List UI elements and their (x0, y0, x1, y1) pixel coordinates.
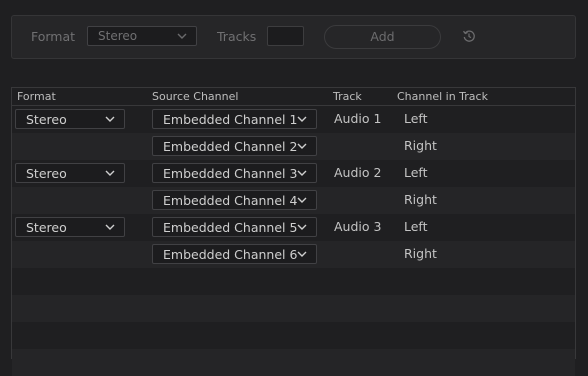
table-header: Format Source Channel Track Channel in T… (12, 88, 575, 106)
row-format-value: Stereo (26, 112, 67, 127)
chevron-down-icon (296, 195, 308, 205)
format-label: Format (31, 29, 76, 44)
track-name: Audio 1 (334, 111, 382, 126)
source-channel-value: Embedded Channel 2 (163, 139, 298, 154)
source-channel-dropdown[interactable]: Embedded Channel 5 (152, 217, 317, 237)
table-row: Stereo Embedded Channel 3 Audio 2 Left (12, 160, 575, 187)
chevron-down-icon (296, 222, 308, 232)
empty-row (12, 349, 575, 376)
row-format-dropdown[interactable]: Stereo (15, 163, 125, 183)
chevron-down-icon (104, 222, 116, 232)
source-channel-dropdown[interactable]: Embedded Channel 4 (152, 190, 317, 210)
channel-in-track: Right (404, 138, 437, 153)
row-format-dropdown[interactable]: Stereo (15, 109, 125, 129)
chevron-down-icon (176, 31, 188, 41)
channel-in-track: Left (404, 165, 428, 180)
add-button[interactable]: Add (324, 25, 441, 49)
source-channel-value: Embedded Channel 4 (163, 193, 298, 208)
add-tracks-toolbar: Format Stereo Tracks Add (11, 15, 576, 59)
column-header-channel-in-track: Channel in Track (397, 90, 488, 103)
channel-in-track: Left (404, 111, 428, 126)
chevron-down-icon (296, 168, 308, 178)
table-row: Embedded Channel 4 Right (12, 187, 575, 214)
table-row: Embedded Channel 2 Right (12, 133, 575, 160)
source-channel-dropdown[interactable]: Embedded Channel 6 (152, 244, 317, 264)
channel-in-track: Right (404, 246, 437, 261)
row-format-dropdown[interactable]: Stereo (15, 217, 125, 237)
format-dropdown-value: Stereo (98, 29, 138, 43)
column-header-format: Format (17, 90, 56, 103)
track-name: Audio 3 (334, 219, 382, 234)
source-channel-dropdown[interactable]: Embedded Channel 1 (152, 109, 317, 129)
source-channel-value: Embedded Channel 3 (163, 166, 298, 181)
track-name: Audio 2 (334, 165, 382, 180)
table-row: Embedded Channel 6 Right (12, 241, 575, 268)
tracks-input[interactable] (267, 26, 304, 46)
source-channel-dropdown[interactable]: Embedded Channel 2 (152, 136, 317, 156)
format-dropdown[interactable]: Stereo (87, 26, 197, 46)
source-channel-value: Embedded Channel 1 (163, 112, 298, 127)
chevron-down-icon (296, 249, 308, 259)
chevron-down-icon (104, 168, 116, 178)
row-format-value: Stereo (26, 166, 67, 181)
chevron-down-icon (104, 114, 116, 124)
channel-in-track: Right (404, 192, 437, 207)
empty-row (12, 322, 575, 349)
chevron-down-icon (296, 114, 308, 124)
reset-icon[interactable] (461, 28, 477, 44)
row-format-value: Stereo (26, 220, 67, 235)
source-channel-value: Embedded Channel 6 (163, 247, 298, 262)
table-row: Stereo Embedded Channel 1 Audio 1 Left (12, 106, 575, 133)
channel-mapping-table: Format Source Channel Track Channel in T… (11, 87, 576, 376)
column-header-track: Track (333, 90, 362, 103)
source-channel-value: Embedded Channel 5 (163, 220, 298, 235)
source-channel-dropdown[interactable]: Embedded Channel 3 (152, 163, 317, 183)
tracks-label: Tracks (217, 29, 257, 44)
table-row: Stereo Embedded Channel 5 Audio 3 Left (12, 214, 575, 241)
column-header-source-channel: Source Channel (152, 90, 239, 103)
channel-in-track: Left (404, 219, 428, 234)
empty-row (12, 295, 575, 322)
chevron-down-icon (296, 141, 308, 151)
empty-row (12, 268, 575, 295)
